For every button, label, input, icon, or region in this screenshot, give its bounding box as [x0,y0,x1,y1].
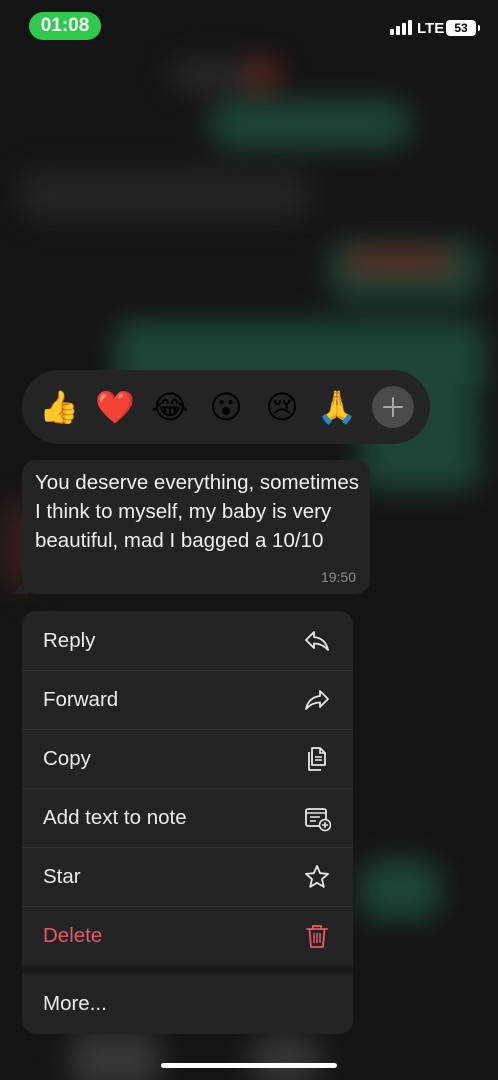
plus-icon[interactable] [372,386,414,428]
menu-item-reply[interactable]: Reply [22,611,353,671]
menu-separator [22,966,353,974]
reaction-bar: 👍 ❤️ 😂 😮 😢 🙏 [22,370,430,444]
menu-item-label: Copy [43,747,91,770]
add-note-icon [305,808,331,832]
copy-icon [308,747,326,771]
message-bubble[interactable]: You deserve everything, sometimes I thin… [22,460,370,594]
crying-face-icon[interactable]: 😢 [262,387,302,427]
menu-item-label: Reply [43,629,96,652]
message-timestamp: 19:50 [320,569,356,585]
reply-icon [305,631,329,651]
menu-item-label: Forward [43,688,119,711]
home-indicator[interactable] [161,1063,337,1068]
forward-icon [305,690,329,710]
red-heart-icon[interactable]: ❤️ [95,387,135,427]
folded-hands-icon[interactable]: 🙏 [317,387,357,427]
status-bar: 01:08 LTE 53 [0,12,498,42]
battery-icon: 53 [446,20,480,36]
screen: 01:08 LTE 53 👍 ❤️ 😂 😮 😢 🙏 You deserve ev… [0,0,498,1080]
menu-item-label: Star [43,865,81,888]
menu-item-more[interactable]: More... [22,974,353,1034]
message-context-menu: Reply Forward Copy Add text to note Star… [22,611,353,1034]
surprised-face-icon[interactable]: 😮 [206,387,246,427]
trash-icon [306,925,328,948]
cellular-signal-icon [390,19,412,35]
message-text: You deserve everything, sometimes I thin… [35,471,359,552]
thumbs-up-icon[interactable]: 👍 [39,387,79,427]
star-icon [305,865,329,888]
network-type: LTE [417,20,445,37]
menu-item-delete[interactable]: Delete [22,906,353,965]
menu-item-label: Add text to note [43,806,187,829]
menu-item-label: Delete [43,924,103,947]
menu-item-forward[interactable]: Forward [22,670,353,730]
menu-item-copy[interactable]: Copy [22,729,353,789]
menu-item-label: More... [43,992,107,1015]
menu-item-star[interactable]: Star [22,847,353,907]
status-time[interactable]: 01:08 [29,12,101,40]
tears-of-joy-icon[interactable]: 😂 [150,387,190,427]
menu-item-add-text-to-note[interactable]: Add text to note [22,788,353,848]
